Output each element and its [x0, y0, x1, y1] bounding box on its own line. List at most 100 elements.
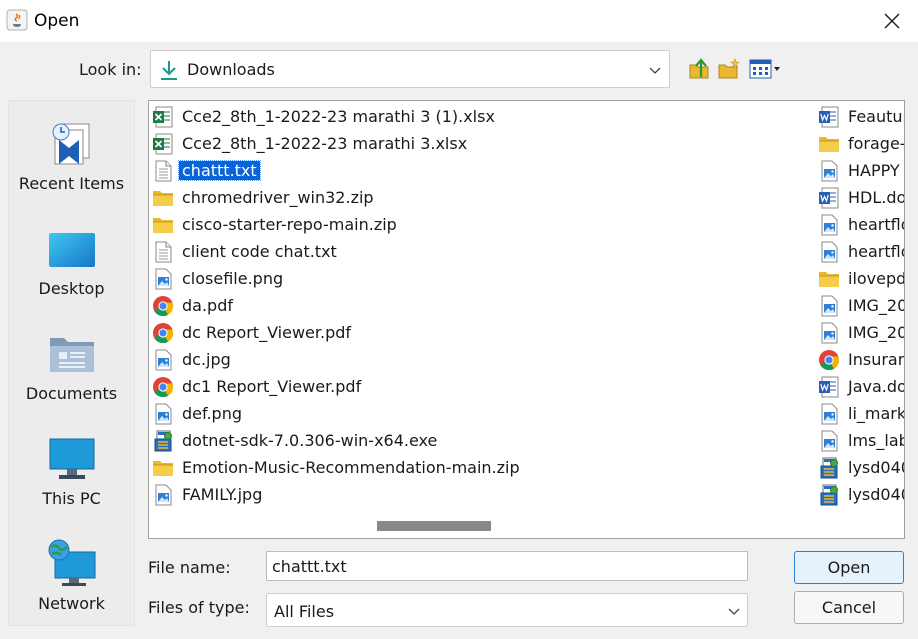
- file-item[interactable]: FAMILY.jpg: [149, 481, 789, 508]
- file-name: li_marke: [848, 404, 905, 423]
- file-name-input[interactable]: [266, 551, 748, 581]
- word-icon: [818, 376, 840, 398]
- sidebar-item-documents[interactable]: Documents: [9, 316, 134, 416]
- file-item[interactable]: Insuran: [815, 346, 905, 373]
- file-name: dotnet-sdk-7.0.306-win-x64.exe: [182, 431, 438, 450]
- file-name: closefile.png: [182, 269, 284, 288]
- file-item[interactable]: client code chat.txt: [149, 238, 789, 265]
- chrome-icon: [152, 322, 174, 344]
- file-item[interactable]: heartflo: [815, 238, 904, 265]
- excel-icon: [152, 106, 174, 128]
- image-file-icon: [152, 484, 174, 506]
- file-item[interactable]: chromedriver_win32.zip: [149, 184, 789, 211]
- file-item[interactable]: heartflo: [815, 211, 905, 238]
- file-name: Cce2_8th_1-2022-23 marathi 3 (1).xlsx: [182, 107, 495, 126]
- close-icon: [884, 13, 900, 29]
- file-name: heartflo: [848, 215, 905, 234]
- file-name: IMG_20: [848, 323, 905, 342]
- file-name: chromedriver_win32.zip: [182, 188, 374, 207]
- file-item[interactable]: closefile.png: [149, 265, 789, 292]
- look-in-value: Downloads: [187, 60, 275, 79]
- new-folder-icon: [718, 58, 740, 79]
- image-file-icon: [818, 403, 840, 425]
- file-name: client code chat.txt: [182, 242, 337, 261]
- file-name: lms_lab: [848, 431, 905, 450]
- close-button[interactable]: [872, 4, 912, 38]
- new-folder-button[interactable]: [716, 56, 742, 82]
- file-name: ilovepd: [848, 269, 905, 288]
- excel-icon: [152, 133, 174, 155]
- installer-icon: [818, 484, 840, 506]
- text-file-icon: [152, 160, 174, 182]
- file-item[interactable]: li_marke: [815, 400, 905, 427]
- file-item[interactable]: lms_lab: [815, 427, 905, 454]
- file-name: Insuran: [848, 350, 905, 369]
- sidebar-item-label: Documents: [25, 384, 118, 403]
- recent-items-icon: [52, 123, 90, 165]
- file-item[interactable]: lysd040: [815, 454, 904, 481]
- view-menu-button[interactable]: [748, 56, 782, 82]
- cancel-button[interactable]: Cancel: [794, 591, 904, 624]
- file-item[interactable]: da.pdf: [149, 292, 789, 319]
- java-icon: [6, 9, 28, 31]
- file-name: IMG_20: [848, 296, 905, 315]
- file-item[interactable]: def.png: [149, 400, 789, 427]
- file-item[interactable]: Cce2_8th_1-2022-23 marathi 3 (1).xlsx: [149, 103, 789, 130]
- file-name: Cce2_8th_1-2022-23 marathi 3.xlsx: [182, 134, 468, 153]
- image-file-icon: [818, 430, 840, 452]
- documents-folder-icon: [50, 338, 94, 372]
- places-sidebar: Recent Items Desktop Documents This PC N…: [8, 100, 135, 626]
- file-name: def.png: [182, 404, 243, 423]
- word-icon: [818, 187, 840, 209]
- image-file-icon: [818, 160, 840, 182]
- network-icon: [48, 539, 96, 586]
- file-item[interactable]: lysd040: [815, 481, 904, 508]
- sidebar-item-desktop[interactable]: Desktop: [9, 211, 134, 311]
- file-item[interactable]: Feautur: [815, 103, 905, 130]
- sidebar-item-label: Network: [38, 594, 105, 613]
- file-item[interactable]: dc.jpg: [149, 346, 789, 373]
- file-item[interactable]: cisco-starter-repo-main.zip: [149, 211, 789, 238]
- file-name: dc1 Report_Viewer.pdf: [182, 377, 362, 396]
- title-bar: [0, 0, 918, 42]
- image-file-icon: [152, 268, 174, 290]
- file-name: dc.jpg: [182, 350, 231, 369]
- file-item[interactable]: forage-: [815, 130, 904, 157]
- installer-icon: [818, 457, 840, 479]
- sidebar-item-this-pc[interactable]: This PC: [9, 421, 134, 521]
- file-item[interactable]: ilovepd: [815, 265, 905, 292]
- image-file-icon: [818, 322, 840, 344]
- sidebar-item-network[interactable]: Network: [9, 526, 134, 626]
- file-name: dc Report_Viewer.pdf: [182, 323, 352, 342]
- horizontal-scrollbar[interactable]: [149, 513, 904, 538]
- installer-icon: [152, 430, 174, 452]
- image-file-icon: [818, 241, 840, 263]
- file-item[interactable]: IMG_20: [815, 319, 905, 346]
- file-item[interactable]: HAPPY: [815, 157, 904, 184]
- look-in-label: Look in:: [79, 60, 142, 79]
- file-type-dropdown[interactable]: All Files: [266, 593, 748, 627]
- up-one-level-button[interactable]: [686, 56, 712, 82]
- file-item[interactable]: Cce2_8th_1-2022-23 marathi 3.xlsx: [149, 130, 789, 157]
- file-item[interactable]: Java.do: [815, 373, 904, 400]
- scrollbar-thumb[interactable]: [377, 521, 491, 531]
- file-item[interactable]: dotnet-sdk-7.0.306-win-x64.exe: [149, 427, 789, 454]
- file-item[interactable]: dc Report_Viewer.pdf: [149, 319, 789, 346]
- file-item[interactable]: chattt.txt: [149, 157, 789, 184]
- file-item[interactable]: HDL.do: [815, 184, 904, 211]
- file-item[interactable]: IMG_20: [815, 292, 905, 319]
- file-item[interactable]: dc1 Report_Viewer.pdf: [149, 373, 789, 400]
- file-list-column: Cce2_8th_1-2022-23 marathi 3 (1).xlsx Cce…: [149, 103, 789, 508]
- file-list[interactable]: Cce2_8th_1-2022-23 marathi 3 (1).xlsx Cce…: [148, 100, 905, 539]
- chrome-icon: [152, 295, 174, 317]
- file-type-value: All Files: [274, 602, 335, 621]
- look-in-dropdown[interactable]: Downloads: [150, 50, 670, 88]
- file-item[interactable]: Emotion-Music-Recommendation-main.zip: [149, 454, 789, 481]
- sidebar-item-recent-items[interactable]: Recent Items: [9, 106, 134, 206]
- image-file-icon: [818, 295, 840, 317]
- open-button[interactable]: Open: [794, 551, 904, 584]
- file-name: Feautur: [848, 107, 905, 126]
- folder-zip-icon: [152, 214, 174, 236]
- folder-zip-icon: [818, 133, 840, 155]
- folder-up-icon: [689, 58, 709, 79]
